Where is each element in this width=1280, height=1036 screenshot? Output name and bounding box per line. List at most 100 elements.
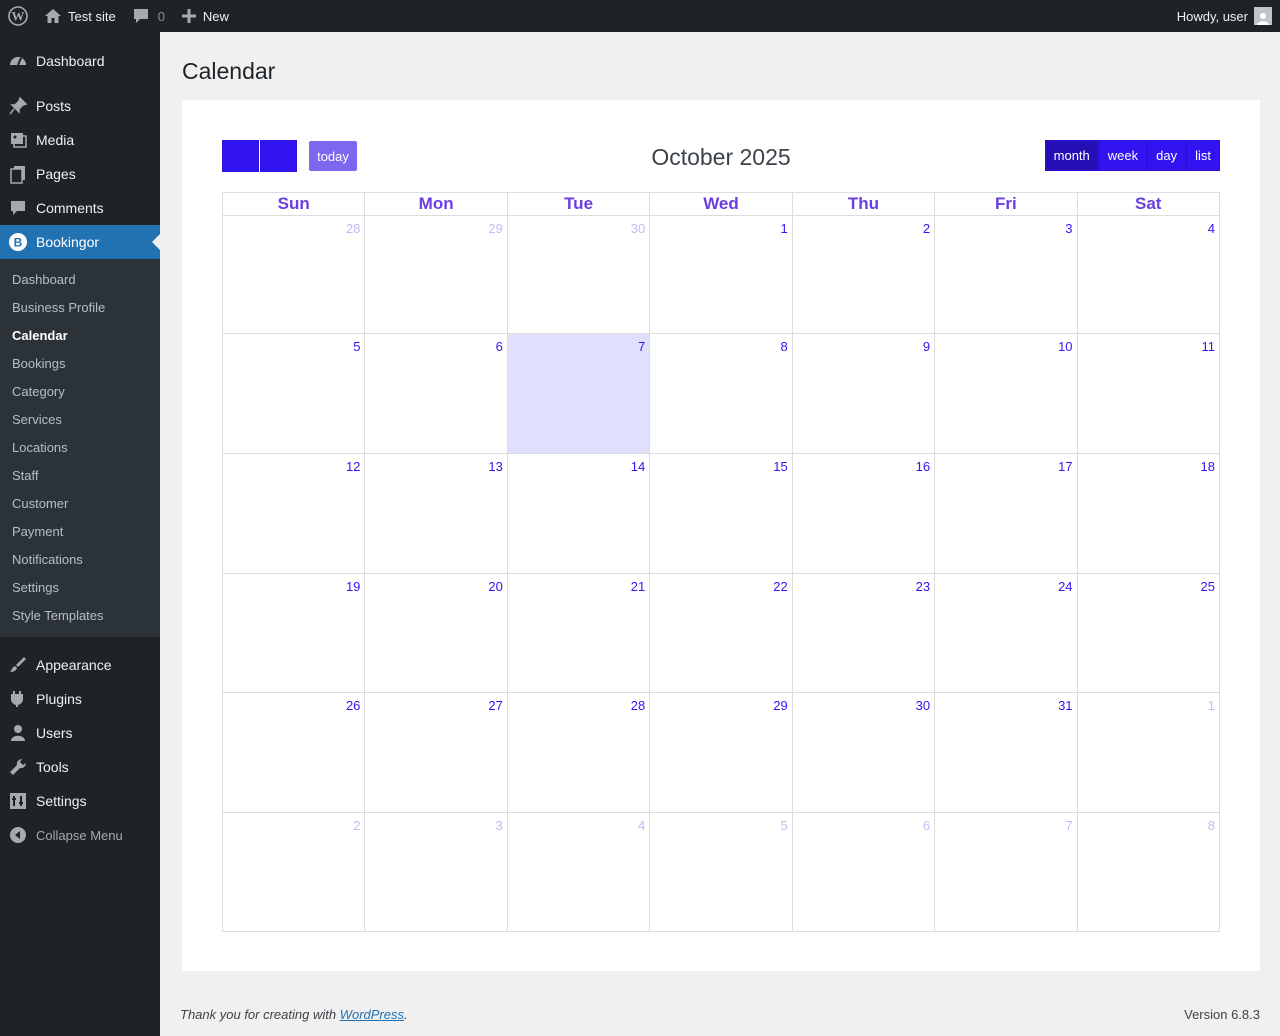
day-cell[interactable]: 6	[364, 334, 506, 453]
footer-thanks-suffix: .	[404, 1007, 408, 1022]
day-cell[interactable]: 30	[791, 693, 934, 812]
wordpress-link[interactable]: WordPress	[340, 1007, 404, 1022]
calendar-week: 12 13 14 15 16 17 18	[223, 454, 1219, 574]
day-cell[interactable]: 23	[791, 574, 934, 692]
day-cell[interactable]: 24	[934, 574, 1076, 692]
day-cell[interactable]: 2	[223, 813, 364, 931]
pages-icon	[0, 164, 36, 184]
wrench-icon	[0, 757, 36, 777]
day-cell[interactable]: 3	[934, 216, 1076, 333]
submenu-item-style-templates[interactable]: Style Templates	[0, 602, 160, 630]
admin-sidebar: Dashboard Posts Media Pages Comments B B…	[0, 32, 160, 1036]
day-cell[interactable]: 30	[506, 216, 649, 333]
menu-appearance[interactable]: Appearance	[0, 648, 160, 682]
day-cell[interactable]: 29	[364, 216, 506, 333]
day-cell[interactable]: 28	[223, 216, 364, 333]
submenu-item-settings[interactable]: Settings	[0, 574, 160, 602]
calendar-week: 28 29 30 1 2 3 4	[223, 216, 1219, 334]
view-button-group: month week day list	[1044, 140, 1220, 171]
day-cell[interactable]: 18	[1076, 454, 1219, 573]
submenu-item-calendar[interactable]: Calendar	[0, 322, 160, 350]
menu-users[interactable]: Users	[0, 716, 160, 750]
menu-label: Settings	[36, 793, 87, 809]
day-cell[interactable]: 9	[791, 334, 934, 453]
menu-label: Dashboard	[36, 53, 105, 69]
day-cell[interactable]: 3	[364, 813, 506, 931]
day-cell[interactable]: 25	[1076, 574, 1219, 692]
bookingor-submenu: Dashboard Business Profile Calendar Book…	[0, 259, 160, 637]
day-cell-today[interactable]: 7	[506, 334, 650, 453]
day-cell[interactable]: 5	[223, 334, 364, 453]
day-header-fri: Fri	[934, 193, 1076, 215]
my-account-link[interactable]: Howdy, user	[1169, 0, 1280, 32]
menu-label: Tools	[36, 759, 69, 775]
menu-settings[interactable]: Settings	[0, 784, 160, 818]
day-cell[interactable]: 5	[649, 813, 791, 931]
submenu-item-customer[interactable]: Customer	[0, 490, 160, 518]
submenu-item-category[interactable]: Category	[0, 378, 160, 406]
menu-posts[interactable]: Posts	[0, 89, 160, 123]
new-content-link[interactable]: New	[173, 0, 237, 32]
submenu-item-business-profile[interactable]: Business Profile	[0, 294, 160, 322]
footer-thanks-prefix: Thank you for creating with	[180, 1007, 340, 1022]
submenu-item-dashboard[interactable]: Dashboard	[0, 266, 160, 294]
submenu-item-locations[interactable]: Locations	[0, 434, 160, 462]
submenu-item-notifications[interactable]: Notifications	[0, 546, 160, 574]
day-cell[interactable]: 1	[1076, 693, 1219, 812]
day-cell[interactable]: 27	[364, 693, 506, 812]
site-name: Test site	[68, 8, 116, 24]
day-header-mon: Mon	[364, 193, 506, 215]
view-day-button[interactable]: day	[1147, 140, 1187, 171]
menu-label: Plugins	[36, 691, 82, 707]
day-cell[interactable]: 22	[649, 574, 791, 692]
day-cell[interactable]: 11	[1076, 334, 1219, 453]
day-cell[interactable]: 28	[506, 693, 649, 812]
calendar-week: 19 20 21 22 23 24 25	[223, 574, 1219, 693]
day-cell[interactable]: 2	[791, 216, 934, 333]
day-cell[interactable]: 1	[649, 216, 791, 333]
pin-icon	[0, 96, 36, 116]
collapse-menu-button[interactable]: Collapse Menu	[0, 818, 160, 852]
submenu-item-staff[interactable]: Staff	[0, 462, 160, 490]
day-cell[interactable]: 29	[649, 693, 791, 812]
submenu-item-bookings[interactable]: Bookings	[0, 350, 160, 378]
day-cell[interactable]: 31	[934, 693, 1076, 812]
day-cell[interactable]: 4	[506, 813, 649, 931]
menu-plugins[interactable]: Plugins	[0, 682, 160, 716]
view-week-button[interactable]: week	[1098, 140, 1148, 171]
day-cell[interactable]: 21	[506, 574, 649, 692]
menu-comments[interactable]: Comments	[0, 191, 160, 225]
menu-pages[interactable]: Pages	[0, 157, 160, 191]
day-cell[interactable]: 13	[364, 454, 506, 573]
day-cell[interactable]: 20	[364, 574, 506, 692]
view-month-button[interactable]: month	[1044, 140, 1099, 171]
day-cell[interactable]: 14	[506, 454, 649, 573]
day-cell[interactable]: 19	[223, 574, 364, 692]
day-cell[interactable]: 6	[791, 813, 934, 931]
day-cell[interactable]: 8	[649, 334, 791, 453]
submenu-item-payment[interactable]: Payment	[0, 518, 160, 546]
dashboard-icon	[0, 51, 36, 71]
day-cell[interactable]: 16	[791, 454, 934, 573]
submenu-item-services[interactable]: Services	[0, 406, 160, 434]
menu-label: Bookingor	[36, 234, 100, 250]
day-cell[interactable]: 26	[223, 693, 364, 812]
site-name-link[interactable]: Test site	[36, 0, 124, 32]
day-cell[interactable]: 17	[934, 454, 1076, 573]
menu-dashboard[interactable]: Dashboard	[0, 44, 160, 78]
menu-tools[interactable]: Tools	[0, 750, 160, 784]
menu-bookingor[interactable]: B Bookingor	[0, 225, 160, 259]
day-cell[interactable]: 15	[649, 454, 791, 573]
comments-link[interactable]: 0	[124, 0, 173, 32]
day-cell[interactable]: 4	[1076, 216, 1219, 333]
comments-count: 0	[157, 8, 165, 24]
day-cell[interactable]: 10	[934, 334, 1076, 453]
day-cell[interactable]: 7	[934, 813, 1076, 931]
wordpress-logo-icon[interactable]: W	[0, 0, 36, 32]
menu-media[interactable]: Media	[0, 123, 160, 157]
day-cell[interactable]: 12	[223, 454, 364, 573]
view-list-button[interactable]: list	[1186, 140, 1220, 171]
page-title: Calendar	[182, 58, 276, 84]
day-cell[interactable]: 8	[1076, 813, 1219, 931]
admin-bar: W Test site 0 New Howdy, user	[0, 0, 1280, 32]
